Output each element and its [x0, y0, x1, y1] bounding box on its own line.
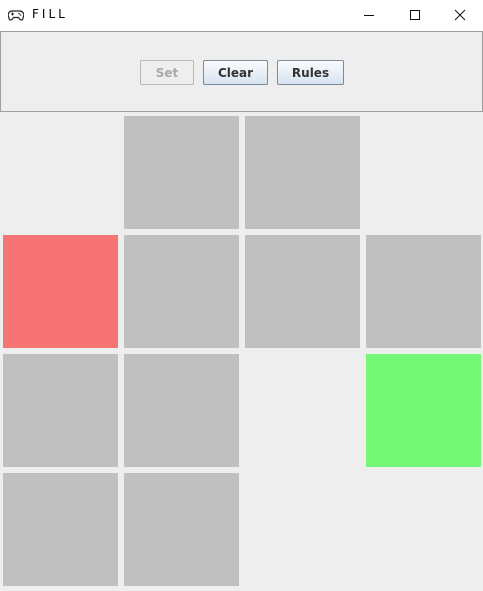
- board-cell-filled[interactable]: [366, 235, 481, 348]
- game-board: [0, 112, 483, 591]
- app-window: FILL Set Clear Rules: [0, 0, 483, 591]
- board-cell-filled[interactable]: [3, 354, 118, 467]
- gamepad-icon: [8, 10, 24, 21]
- close-button[interactable]: [437, 0, 483, 30]
- board-cell-filled[interactable]: [3, 473, 118, 586]
- board-cell-filled[interactable]: [245, 116, 360, 229]
- board-cell-filled[interactable]: [124, 116, 239, 229]
- maximize-icon: [410, 10, 420, 20]
- title-bar[interactable]: FILL: [0, 0, 483, 30]
- board-cell-end[interactable]: [366, 354, 481, 467]
- close-icon: [454, 9, 466, 21]
- minimize-button[interactable]: [346, 0, 392, 30]
- window-title: FILL: [32, 7, 68, 21]
- board-cell-empty[interactable]: [3, 116, 118, 229]
- set-button[interactable]: Set: [140, 60, 194, 85]
- clear-button[interactable]: Clear: [203, 60, 268, 85]
- board-cell-filled[interactable]: [245, 235, 360, 348]
- board-cell-filled[interactable]: [124, 354, 239, 467]
- board-cell-filled[interactable]: [124, 473, 239, 586]
- rules-button[interactable]: Rules: [277, 60, 344, 85]
- board-cell-empty[interactable]: [245, 354, 360, 467]
- maximize-button[interactable]: [392, 0, 438, 30]
- board-cell-empty[interactable]: [366, 116, 481, 229]
- control-panel: Set Clear Rules: [0, 31, 483, 112]
- board-cell-empty[interactable]: [366, 473, 481, 586]
- board-cell-empty[interactable]: [245, 473, 360, 586]
- board-cell-filled[interactable]: [124, 235, 239, 348]
- board-cell-start[interactable]: [3, 235, 118, 348]
- minimize-icon: [364, 15, 374, 16]
